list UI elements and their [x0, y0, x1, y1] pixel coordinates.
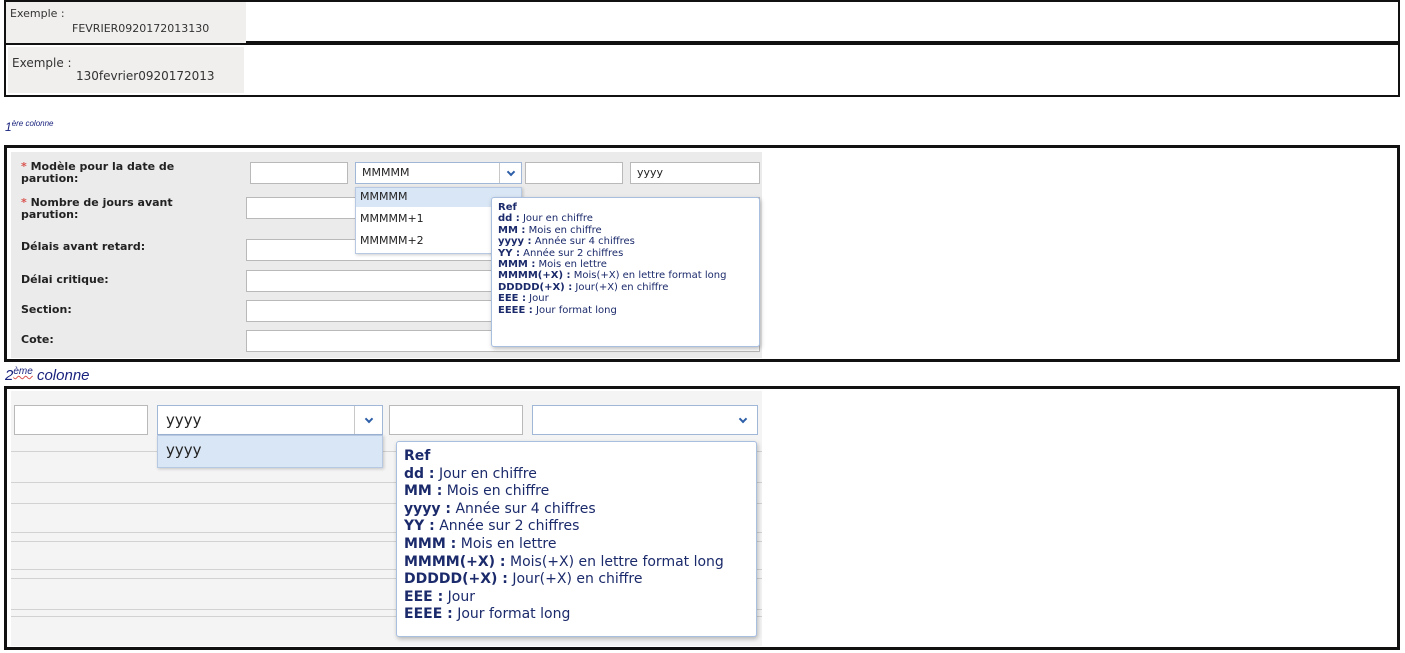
- year-option-0[interactable]: yyyy: [158, 436, 382, 467]
- chevron-down-icon: [506, 167, 515, 176]
- date-extra-input[interactable]: [525, 162, 623, 184]
- chevron-down-icon: [364, 414, 373, 423]
- date-day-input[interactable]: [250, 162, 348, 184]
- year-input[interactable]: yyyy: [630, 162, 760, 184]
- example-cell-2: Exemple : 130fevrier0920172013: [8, 47, 244, 93]
- col2-year-select[interactable]: yyyy: [157, 405, 383, 435]
- col2-day-input[interactable]: [14, 405, 148, 435]
- field-label-critical-delay: Délai critique:: [21, 273, 109, 286]
- form-frame-first-column: * Modèle pour la date de parution: * Nom…: [4, 145, 1400, 362]
- field-label-delay-before-late: Délais avant retard:: [21, 240, 146, 253]
- col2-format-select-arrow[interactable]: [729, 406, 757, 434]
- month-select[interactable]: MMMMM: [355, 162, 522, 184]
- field-label-days-before: * Nombre de jours avant parution:: [21, 196, 173, 221]
- field-label-cote: Cote:: [21, 333, 54, 346]
- example-frame-2: Exemple : 130fevrier0920172013: [4, 43, 1400, 97]
- caption-second-column: 2ème colonne: [5, 366, 90, 384]
- example-label: Exemple :: [12, 56, 72, 70]
- ref-tooltip-small: Ref dd : Jour en chiffre MM : Mois en ch…: [491, 197, 760, 347]
- col2-extra-input[interactable]: [389, 405, 523, 435]
- month-select-arrow[interactable]: [499, 163, 521, 183]
- chevron-down-icon: [738, 414, 748, 423]
- ref-tooltip-large: Ref dd : Jour en chiffre MM : Mois en ch…: [396, 441, 757, 637]
- example-value: FEVRIER0920172013130: [72, 22, 210, 35]
- example-value: 130fevrier0920172013: [76, 69, 215, 83]
- field-label-date-model: * Modèle pour la date de parution:: [21, 160, 175, 185]
- example-label: Exemple :: [10, 7, 65, 20]
- col2-format-select[interactable]: [532, 405, 758, 435]
- form-frame-second-column: yyyy yyyy Ref dd : Jour en chiffre MM : …: [4, 386, 1400, 650]
- field-label-section: Section:: [21, 303, 72, 316]
- example-cell-1: Exemple : FEVRIER0920172013130: [6, 2, 246, 43]
- caption-first-column: 1ère colonne: [5, 119, 54, 134]
- col2-year-dropdown[interactable]: yyyy: [157, 435, 383, 468]
- col2-year-select-arrow[interactable]: [354, 406, 382, 434]
- example-frame-1: Exemple : FEVRIER0920172013130: [4, 0, 1400, 43]
